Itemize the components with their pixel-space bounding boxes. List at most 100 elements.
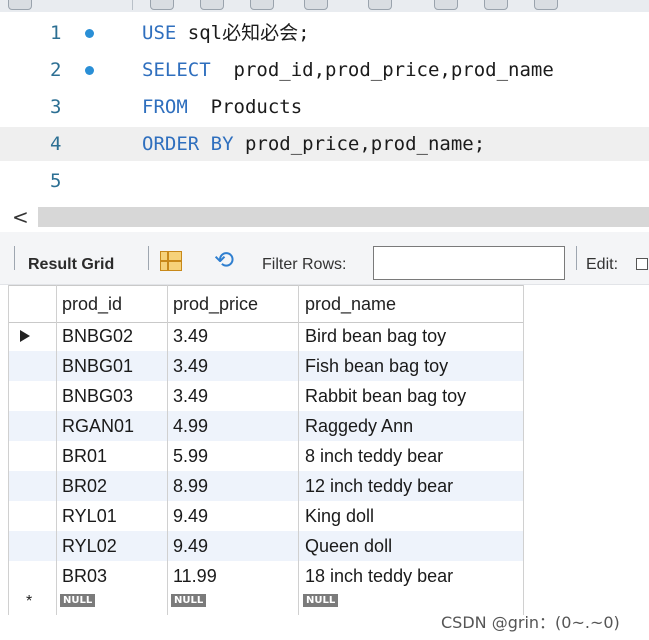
- execute-icon[interactable]: [150, 0, 174, 10]
- null-badge[interactable]: NULL: [303, 594, 339, 607]
- cell-prod-id[interactable]: RGAN01: [62, 411, 134, 441]
- cell-prod-id[interactable]: BNBG01: [62, 351, 133, 381]
- code-line[interactable]: 2 SELECT prod_id,prod_price,prod_name: [0, 53, 649, 87]
- statement-marker-icon: [85, 29, 94, 38]
- cell-prod-id[interactable]: BNBG03: [62, 381, 133, 411]
- row-indicator[interactable]: [8, 441, 56, 471]
- table-row[interactable]: RYL01 9.49 King doll: [8, 501, 523, 531]
- code-line[interactable]: 3 FROM Products: [0, 90, 649, 124]
- cell-prod-price[interactable]: 4.99: [173, 411, 208, 441]
- cell-prod-name[interactable]: King doll: [305, 501, 374, 531]
- row-indicator[interactable]: [8, 531, 56, 561]
- cell-prod-id[interactable]: BR03: [62, 561, 107, 591]
- column-header-prod-id[interactable]: prod_id: [62, 286, 122, 322]
- row-indicator[interactable]: [8, 321, 56, 351]
- refresh-icon[interactable]: ⟲: [214, 246, 234, 274]
- scroll-left-icon[interactable]: <: [12, 204, 29, 230]
- cell-prod-name[interactable]: Bird bean bag toy: [305, 321, 446, 351]
- code-rest: prod_id,prod_price,prod_name: [210, 59, 554, 81]
- cell-prod-price[interactable]: 11.99: [173, 561, 217, 591]
- result-toolbar: Result Grid ⟲ Filter Rows: Edit:: [0, 232, 649, 285]
- commit-icon[interactable]: [434, 0, 458, 10]
- code-rest: sql必知必会;: [176, 22, 310, 44]
- cell-prod-id[interactable]: BR02: [62, 471, 107, 501]
- cell-prod-name[interactable]: 8 inch teddy bear: [305, 441, 443, 471]
- table-row[interactable]: BR01 5.99 8 inch teddy bear: [8, 441, 523, 471]
- explain-icon[interactable]: [250, 0, 274, 10]
- cell-prod-price[interactable]: 9.49: [173, 501, 208, 531]
- cell-prod-id[interactable]: BR01: [62, 441, 107, 471]
- row-indicator[interactable]: [8, 501, 56, 531]
- watermark: CSDN @grin：(0~.~0): [441, 613, 620, 632]
- grid-layout-icon[interactable]: [160, 251, 182, 271]
- grid-line: [523, 285, 524, 615]
- edit-icon[interactable]: [636, 258, 648, 270]
- cell-prod-price[interactable]: 9.49: [173, 531, 208, 561]
- table-row[interactable]: RGAN01 4.99 Raggedy Ann: [8, 411, 523, 441]
- toolbar-separator: [148, 246, 149, 270]
- column-header-prod-name[interactable]: prod_name: [305, 286, 396, 322]
- grid-line: [167, 285, 168, 615]
- code-line[interactable]: 4 ORDER BY prod_price,prod_name;: [0, 127, 649, 161]
- cell-prod-name[interactable]: Fish bean bag toy: [305, 351, 448, 381]
- sql-keyword: SELECT: [142, 59, 211, 81]
- table-row[interactable]: RYL02 9.49 Queen doll: [8, 531, 523, 561]
- stop-icon[interactable]: [304, 0, 328, 10]
- toolbar-separator: [132, 0, 133, 10]
- filter-rows-input[interactable]: [373, 246, 565, 280]
- row-indicator[interactable]: [8, 411, 56, 441]
- editor-horizontal-scrollbar[interactable]: <: [0, 204, 649, 230]
- null-badge[interactable]: NULL: [171, 594, 207, 607]
- statement-marker-icon: [85, 66, 94, 75]
- table-row[interactable]: BNBG01 3.49 Fish bean bag toy: [8, 351, 523, 381]
- row-indicator[interactable]: [8, 381, 56, 411]
- cell-prod-id[interactable]: RYL02: [62, 531, 117, 561]
- row-indicator[interactable]: [8, 471, 56, 501]
- toolbar-button[interactable]: [8, 0, 32, 10]
- cell-prod-id[interactable]: RYL01: [62, 501, 117, 531]
- result-grid-tab[interactable]: Result Grid: [28, 256, 114, 274]
- cell-prod-name[interactable]: Raggedy Ann: [305, 411, 413, 441]
- edit-label: Edit:: [586, 256, 619, 273]
- cell-prod-name[interactable]: Rabbit bean bag toy: [305, 381, 466, 411]
- column-header-prod-price[interactable]: prod_price: [173, 286, 258, 322]
- toolbar-separator: [576, 246, 577, 270]
- cell-prod-price[interactable]: 8.99: [173, 471, 208, 501]
- cell-prod-price[interactable]: 3.49: [173, 381, 208, 411]
- cell-prod-price[interactable]: 3.49: [173, 351, 208, 381]
- cell-prod-name[interactable]: Queen doll: [305, 531, 392, 561]
- code-line[interactable]: 1 USE sql必知必会;: [0, 16, 649, 50]
- grid-line: [298, 285, 299, 615]
- code-text: ORDER BY prod_price,prod_name;: [142, 127, 485, 161]
- filter-rows-label: Filter Rows:: [262, 256, 347, 273]
- code-rest: Products: [187, 96, 303, 118]
- current-row-arrow-icon: [20, 330, 30, 342]
- cell-prod-price[interactable]: 5.99: [173, 441, 208, 471]
- row-indicator[interactable]: [8, 351, 56, 381]
- code-text: USE sql必知必会;: [142, 16, 310, 50]
- code-text: FROM Products: [142, 90, 302, 124]
- table-row[interactable]: BNBG03 3.49 Rabbit bean bag toy: [8, 381, 523, 411]
- table-row[interactable]: BNBG02 3.49 Bird bean bag toy: [8, 321, 523, 351]
- code-line[interactable]: 5: [0, 164, 649, 198]
- cell-prod-name[interactable]: 18 inch teddy bear: [305, 561, 453, 591]
- cell-prod-price[interactable]: 3.49: [173, 321, 208, 351]
- null-badge[interactable]: NULL: [60, 594, 96, 607]
- toggle-icon[interactable]: [368, 0, 392, 10]
- grid-line: [56, 285, 57, 615]
- main-toolbar: [0, 0, 649, 12]
- rollback-icon[interactable]: [484, 0, 508, 10]
- table-row[interactable]: BR03 11.99 18 inch teddy bear: [8, 561, 523, 591]
- sql-keyword: FROM: [142, 96, 188, 118]
- autocommit-icon[interactable]: [534, 0, 558, 10]
- table-row[interactable]: BR02 8.99 12 inch teddy bear: [8, 471, 523, 501]
- code-rest: prod_price,prod_name;: [233, 133, 486, 155]
- cell-prod-name[interactable]: 12 inch teddy bear: [305, 471, 453, 501]
- sql-editor[interactable]: 1 USE sql必知必会; 2 SELECT prod_id,prod_price,…: [0, 12, 649, 204]
- grid-header: prod_id prod_price prod_name: [8, 285, 523, 323]
- cell-prod-id[interactable]: BNBG02: [62, 321, 133, 351]
- execute-current-icon[interactable]: [200, 0, 224, 10]
- code-text: SELECT prod_id,prod_price,prod_name: [142, 53, 554, 87]
- scrollbar-track[interactable]: [38, 207, 649, 227]
- row-indicator[interactable]: [8, 561, 56, 591]
